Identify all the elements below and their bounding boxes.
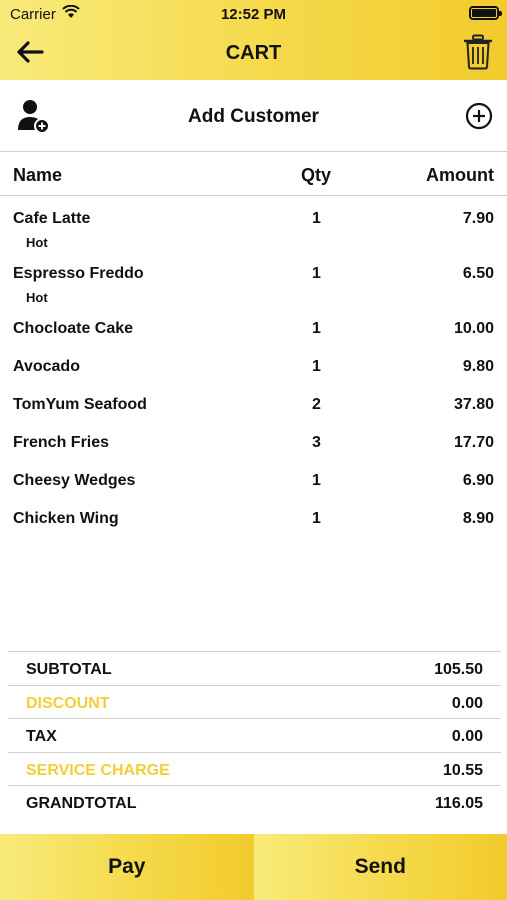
- service-charge-row[interactable]: SERVICE CHARGE 10.55: [8, 751, 501, 786]
- battery-icon: [469, 6, 502, 20]
- column-header-qty: Qty: [301, 165, 332, 185]
- status-bar: Carrier 12:52 PM: [0, 0, 507, 28]
- add-circle-icon[interactable]: [465, 102, 493, 130]
- item-qty: 1: [312, 265, 321, 282]
- item-option: Hot: [26, 290, 48, 305]
- tax-row: TAX 0.00: [8, 718, 501, 752]
- item-name: French Fries: [13, 434, 110, 451]
- tax-value: 0.00: [451, 728, 483, 745]
- item-qty: 1: [312, 510, 321, 527]
- clear-cart-button[interactable]: [463, 34, 493, 70]
- cart-item[interactable]: French Fries 3 17.70: [0, 420, 507, 458]
- add-customer-label[interactable]: Add Customer: [0, 106, 507, 128]
- cart-item[interactable]: Chocloate Cake 1 10.00: [0, 306, 507, 344]
- subtotal-value: 105.50: [434, 661, 483, 678]
- send-button[interactable]: Send: [253, 834, 507, 900]
- item-amount: 10.00: [453, 320, 494, 337]
- item-option: Hot: [26, 235, 48, 250]
- page-title: CART: [225, 42, 282, 64]
- tax-label: TAX: [26, 728, 57, 745]
- trash-icon: [463, 34, 493, 70]
- item-amount: 8.90: [462, 510, 494, 527]
- add-customer-row[interactable]: Add Customer: [0, 80, 507, 152]
- item-name: Chocloate Cake: [13, 320, 134, 337]
- item-qty: 1: [312, 358, 321, 375]
- item-name: Chicken Wing: [13, 510, 119, 527]
- cart-item-list: Cafe Latte 1 7.90 Hot Espresso Freddo 1 …: [0, 196, 507, 534]
- cart-item[interactable]: Avocado 1 9.80: [0, 344, 507, 382]
- item-name: Espresso Freddo: [13, 265, 144, 282]
- cart-item[interactable]: Cafe Latte 1 7.90 Hot: [0, 196, 507, 251]
- item-amount: 6.90: [462, 472, 494, 489]
- totals-summary: SUBTOTAL 105.50 DISCOUNT 0.00 TAX 0.00 S…: [8, 651, 501, 819]
- service-charge-value: 10.55: [442, 761, 483, 779]
- item-name: Avocado: [13, 358, 80, 375]
- subtotal-row: SUBTOTAL 105.50: [8, 651, 501, 685]
- grandtotal-label: GRANDTOTAL: [26, 795, 137, 812]
- table-header: Name Qty Amount: [0, 152, 507, 196]
- item-amount: 6.50: [462, 265, 494, 282]
- item-name: Cafe Latte: [13, 210, 91, 227]
- service-charge-label: SERVICE CHARGE: [26, 761, 170, 779]
- discount-row[interactable]: DISCOUNT 0.00: [8, 684, 501, 719]
- pay-button[interactable]: Pay: [0, 834, 254, 900]
- column-header-name: Name: [13, 165, 63, 185]
- cart-item[interactable]: TomYum Seafood 2 37.80: [0, 382, 507, 420]
- grandtotal-value: 116.05: [434, 795, 483, 812]
- cart-item[interactable]: Cheesy Wedges 1 6.90: [0, 458, 507, 496]
- item-amount: 9.80: [462, 358, 494, 375]
- item-amount: 37.80: [453, 396, 494, 413]
- grandtotal-row: GRANDTOTAL 116.05: [8, 785, 501, 819]
- discount-label: DISCOUNT: [26, 694, 110, 712]
- item-qty: 1: [312, 210, 321, 227]
- cart-item[interactable]: Chicken Wing 1 8.90: [0, 496, 507, 534]
- cart-item[interactable]: Espresso Freddo 1 6.50 Hot: [0, 251, 507, 306]
- item-amount: 17.70: [453, 434, 494, 451]
- item-qty: 1: [312, 472, 321, 489]
- item-qty: 3: [312, 434, 321, 451]
- status-time: 12:52 PM: [220, 6, 287, 23]
- column-header-amount: Amount: [426, 165, 494, 185]
- subtotal-label: SUBTOTAL: [26, 661, 112, 678]
- bottom-action-bar: Pay Send: [0, 834, 507, 900]
- item-amount: 7.90: [462, 210, 494, 227]
- item-qty: 1: [312, 320, 321, 337]
- app-header: Carrier 12:52 PM CART: [0, 0, 507, 80]
- discount-value: 0.00: [451, 694, 483, 712]
- item-name: TomYum Seafood: [13, 396, 147, 413]
- item-name: Cheesy Wedges: [13, 472, 136, 489]
- item-qty: 2: [312, 396, 321, 413]
